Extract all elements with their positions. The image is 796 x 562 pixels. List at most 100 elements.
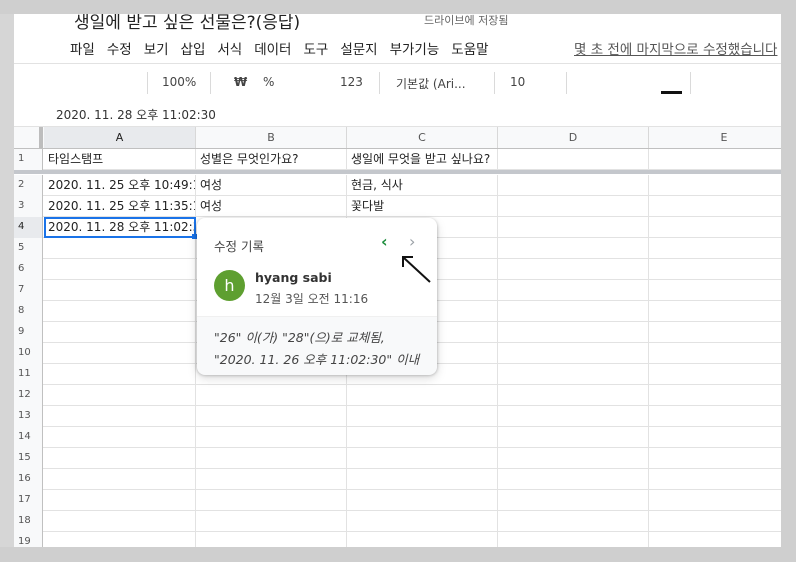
cell[interactable]: [196, 385, 347, 406]
menu-edit[interactable]: 수정: [107, 38, 132, 58]
menu-view[interactable]: 보기: [144, 38, 169, 58]
cell[interactable]: [498, 259, 649, 280]
menu-tools[interactable]: 도구: [303, 38, 328, 58]
cell[interactable]: [649, 406, 781, 427]
cell[interactable]: [649, 343, 781, 364]
cell[interactable]: [649, 175, 781, 196]
cell[interactable]: [498, 427, 649, 448]
cell[interactable]: [498, 364, 649, 385]
zoom-select[interactable]: 100%: [162, 75, 196, 89]
cell[interactable]: [649, 301, 781, 322]
cell[interactable]: [498, 490, 649, 511]
percent-format-button[interactable]: %: [263, 75, 274, 89]
font-size-select[interactable]: 10: [510, 75, 525, 89]
menu-form[interactable]: 설문지: [340, 38, 377, 58]
column-header-b[interactable]: B: [196, 127, 347, 148]
cell[interactable]: [498, 448, 649, 469]
cell[interactable]: [44, 280, 196, 301]
cell[interactable]: 여성: [196, 196, 347, 217]
select-all-corner[interactable]: [14, 127, 43, 148]
cell[interactable]: [649, 469, 781, 490]
cell[interactable]: [498, 175, 649, 196]
row-header[interactable]: 18: [14, 511, 43, 532]
cell[interactable]: [44, 469, 196, 490]
formula-input[interactable]: 2020. 11. 28 오후 11:02:30: [56, 106, 216, 123]
document-title[interactable]: 생일에 받고 싶은 선물은?(응답): [74, 14, 300, 33]
cell[interactable]: 성별은 무엇인가요?: [196, 149, 347, 170]
cell[interactable]: [649, 196, 781, 217]
column-header-a[interactable]: A: [44, 127, 196, 148]
cell[interactable]: [44, 427, 196, 448]
row-header[interactable]: 13: [14, 406, 43, 427]
chevron-left-icon[interactable]: ‹: [381, 232, 388, 251]
menu-file[interactable]: 파일: [70, 38, 95, 58]
cell[interactable]: 꽃다발: [347, 196, 498, 217]
row-header[interactable]: 3: [14, 196, 43, 217]
cell[interactable]: [649, 532, 781, 547]
cell[interactable]: [498, 406, 649, 427]
cell[interactable]: [649, 490, 781, 511]
row-header[interactable]: 9: [14, 322, 43, 343]
cell[interactable]: [196, 532, 347, 547]
cell[interactable]: [44, 364, 196, 385]
cell[interactable]: [498, 532, 649, 547]
cell[interactable]: [649, 322, 781, 343]
row-header[interactable]: 10: [14, 343, 43, 364]
row-header[interactable]: 17: [14, 490, 43, 511]
cell[interactable]: [44, 301, 196, 322]
cell[interactable]: [498, 511, 649, 532]
cell[interactable]: [347, 406, 498, 427]
cell[interactable]: 2020. 11. 25 오후 11:35:1: [44, 196, 196, 217]
row-header[interactable]: 11: [14, 364, 43, 385]
cell[interactable]: [347, 385, 498, 406]
cell[interactable]: [649, 448, 781, 469]
row-header[interactable]: 4: [14, 217, 43, 238]
menu-data[interactable]: 데이터: [254, 38, 291, 58]
cell[interactable]: [498, 469, 649, 490]
cell[interactable]: [347, 469, 498, 490]
column-header-c[interactable]: C: [347, 127, 498, 148]
text-color-icon[interactable]: [661, 91, 682, 94]
row-header[interactable]: 14: [14, 427, 43, 448]
cell[interactable]: [347, 448, 498, 469]
cell[interactable]: 현금, 식사: [347, 175, 498, 196]
cell[interactable]: [196, 490, 347, 511]
cell[interactable]: [649, 364, 781, 385]
cell[interactable]: [498, 322, 649, 343]
cell[interactable]: [649, 427, 781, 448]
row-header[interactable]: 6: [14, 259, 43, 280]
last-edit-link[interactable]: 몇 초 전에 마지막으로 수정했습니다: [574, 38, 777, 58]
font-select[interactable]: 기본값 (Ari...: [396, 75, 466, 92]
cell[interactable]: [498, 149, 649, 170]
cell[interactable]: [649, 280, 781, 301]
cell[interactable]: [196, 511, 347, 532]
cell[interactable]: [498, 301, 649, 322]
cell[interactable]: [44, 238, 196, 259]
cell[interactable]: [498, 343, 649, 364]
frozen-row-divider[interactable]: [14, 170, 781, 174]
cell[interactable]: [649, 259, 781, 280]
cell[interactable]: [347, 427, 498, 448]
cell[interactable]: [44, 259, 196, 280]
cell[interactable]: [196, 448, 347, 469]
cell[interactable]: [44, 448, 196, 469]
cell[interactable]: [347, 511, 498, 532]
cell[interactable]: [649, 217, 781, 238]
cell[interactable]: [498, 238, 649, 259]
cell[interactable]: [498, 385, 649, 406]
row-header[interactable]: 19: [14, 532, 43, 547]
cell[interactable]: [649, 149, 781, 170]
cell[interactable]: [347, 490, 498, 511]
row-header[interactable]: 2: [14, 175, 43, 196]
cell[interactable]: [498, 280, 649, 301]
row-header[interactable]: 1: [14, 149, 43, 170]
cell[interactable]: [44, 511, 196, 532]
menu-addons[interactable]: 부가기능: [390, 38, 440, 58]
row-header[interactable]: 15: [14, 448, 43, 469]
chevron-right-icon[interactable]: ›: [409, 232, 415, 251]
cell[interactable]: [649, 511, 781, 532]
row-header[interactable]: 12: [14, 385, 43, 406]
cell[interactable]: [196, 406, 347, 427]
cell[interactable]: 생일에 무엇을 받고 싶나요?: [347, 149, 498, 170]
cell[interactable]: [44, 385, 196, 406]
